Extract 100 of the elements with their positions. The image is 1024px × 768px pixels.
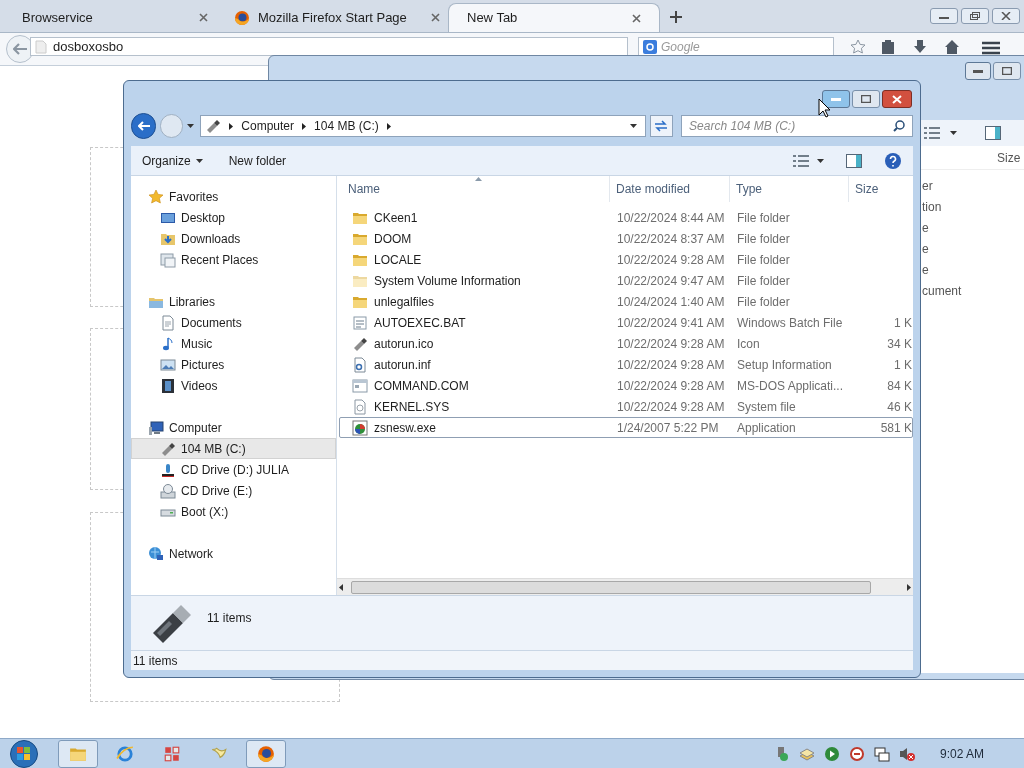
file-type: System file [736,398,797,416]
start-button[interactable] [10,739,38,768]
network-icon[interactable] [873,745,890,762]
tray-app-icon[interactable] [848,745,865,762]
nav-item[interactable]: 104 MB (C:) [131,438,336,459]
file-row[interactable]: unlegalfiles 10/24/2024 1:40 AM File folder [339,291,913,312]
scroll-thumb[interactable] [351,580,871,594]
maximize-button[interactable] [993,62,1021,80]
restore-icon [970,12,980,20]
nav-item[interactable]: CD Drive (E:) [131,480,336,501]
clock[interactable]: 9:02 AM [939,744,984,763]
minimize-icon [973,69,983,73]
file-row[interactable]: autorun.inf 10/22/2024 9:28 AM Setup Information 1 K [339,354,913,375]
column-header[interactable]: Date modified [610,176,730,202]
nav-item[interactable]: Downloads [131,228,336,249]
browser-tab[interactable]: Mozilla Firefox Start Page [226,3,448,32]
clipboard-icon[interactable] [880,39,896,55]
file-row[interactable]: DOOM 10/22/2024 8:37 AM File folder [339,228,913,249]
nav-item[interactable]: Music [131,333,336,354]
menu-icon[interactable] [982,41,1000,55]
muted-speaker-icon[interactable] [898,745,915,762]
caret-icon [950,131,957,135]
file-name: System Volume Information [374,272,521,290]
browser-tab[interactable]: New Tab [448,3,660,32]
document-icon [160,314,176,331]
date-modified: 10/22/2024 8:37 AM [616,230,726,248]
file-row[interactable]: System Volume Information 10/22/2024 9:47 AM File folder [339,270,913,291]
close-icon[interactable] [199,13,208,22]
column-header[interactable]: Type [730,176,849,202]
file-row[interactable]: CKeen1 10/22/2024 8:44 AM File folder [339,207,913,228]
file-row[interactable]: COMMAND.COM 10/22/2024 9:28 AM MS-DOS Applicati... 84 K [339,375,913,396]
nav-item[interactable]: Libraries [131,291,336,312]
nav-item[interactable]: Computer [131,417,336,438]
browser-tab[interactable]: Browservice [4,3,226,32]
refresh-button[interactable] [649,115,674,137]
cursor-icon [818,98,832,118]
file-row[interactable]: AUTOEXEC.BAT 10/22/2024 9:41 AM Windows Batch File 1 K [339,312,913,333]
close-button[interactable] [992,8,1020,24]
minimize-button[interactable] [930,8,958,24]
organize-button[interactable]: Organize [142,151,203,170]
search-field[interactable]: Search 104 MB (C:) [681,115,913,137]
address-text: dosboxosbo [53,37,124,56]
column-header[interactable]: Name [337,176,610,202]
help-icon[interactable] [884,151,902,170]
nav-item[interactable]: Boot (X:) [131,501,336,522]
nav-item[interactable]: Recent Places [131,249,336,270]
star-icon[interactable] [850,39,866,55]
scroll-left-icon[interactable] [339,583,343,591]
windows-logo-icon [17,746,31,761]
address-bar[interactable]: Computer 104 MB (C:) [200,115,646,137]
view-icon[interactable] [793,154,809,167]
nav-item[interactable]: Network [131,543,336,564]
file-row[interactable]: zsnesw.exe 1/24/2007 5:22 PM Application 581 K [339,417,913,438]
file-row[interactable]: autorun.ico 10/22/2024 9:28 AM Icon 34 K [339,333,913,354]
back-button[interactable] [131,113,157,139]
nav-item[interactable]: Documents [131,312,336,333]
computer-icon [148,419,164,436]
file-row[interactable]: KERNEL.SYS 10/22/2024 9:28 AM System file 46 K [339,396,913,417]
breadcrumb[interactable]: 104 MB (C:) [314,117,379,135]
nav-item[interactable]: Pictures [131,354,336,375]
nav-item[interactable]: Videos [131,375,336,396]
column-header[interactable]: Size [849,176,879,202]
view-icon[interactable] [924,127,940,139]
maximize-button[interactable] [852,90,880,108]
home-icon[interactable] [944,39,960,55]
nav-item[interactable]: Desktop [131,207,336,228]
play-icon[interactable] [823,745,840,762]
minimize-button[interactable] [822,90,850,108]
minimize-button[interactable] [965,62,991,80]
scroll-right-icon[interactable] [907,583,911,591]
download-icon[interactable] [912,39,928,55]
close-icon[interactable] [632,13,641,23]
preview-pane-icon[interactable] [846,153,862,168]
app-icon [352,419,368,436]
nav-item[interactable]: Favorites [131,186,336,207]
close-icon [892,94,902,104]
tab-title: Browservice [22,8,94,27]
restore-button[interactable] [961,8,989,24]
search-engine-icon [643,39,657,54]
file-row[interactable]: LOCALE 10/22/2024 9:28 AM File folder [339,249,913,270]
date-modified: 10/22/2024 9:41 AM [616,314,726,332]
nav-item[interactable]: CD Drive (D:) JULIA [131,459,336,480]
preview-pane-icon[interactable] [985,126,1001,140]
close-icon[interactable] [431,13,440,22]
file-name: AUTOEXEC.BAT [374,314,466,332]
file-type: File folder [736,251,791,269]
taskbar-button[interactable] [246,739,286,768]
file-type: File folder [736,209,791,227]
file-type: tion [922,199,943,216]
new-tab-icon[interactable] [670,11,682,23]
file-name: autorun.ico [374,335,434,353]
film-icon [160,377,176,394]
file-type: cument [922,283,963,300]
new-folder-button[interactable]: New folder [228,151,287,170]
file-name: zsnesw.exe [374,419,437,437]
breadcrumb[interactable]: Computer [241,117,295,135]
address-field[interactable]: dosboxosbo [30,37,628,56]
column-header[interactable]: Size [997,148,1024,167]
chevron-icon [229,122,234,130]
close-button[interactable] [882,90,912,108]
